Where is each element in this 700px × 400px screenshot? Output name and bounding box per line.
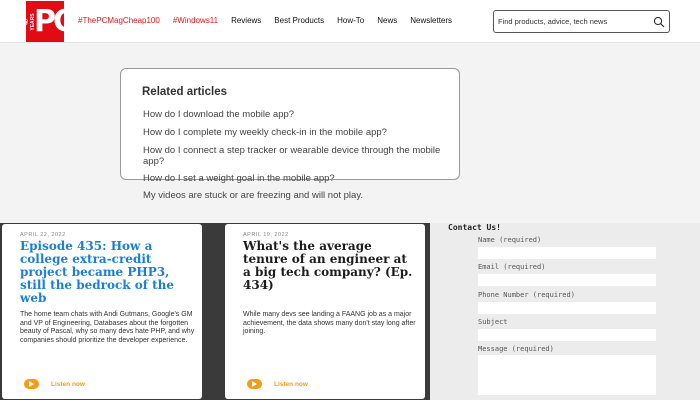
nav-item-cheap100[interactable]: #ThePCMagCheap100 [78,16,160,25]
listen-now-label: Listen now [51,380,85,388]
name-label: Name (required) [478,236,542,244]
play-icon [24,379,39,389]
contact-form: Contact Us! Name (required) Email (requi… [430,223,700,400]
subject-field[interactable] [478,329,656,341]
related-article-link[interactable]: How do I complete my weekly check-in in … [143,127,443,138]
site-header: 40 YEARS PC #ThePCMagCheap100 #Windows11… [0,0,700,43]
message-label: Message (required) [478,345,554,353]
related-article-link[interactable]: How do I set a weight goal in the mobile… [143,173,443,184]
message-field[interactable] [478,355,656,395]
episode-date: APRIL 19, 2022 [243,232,289,238]
search-box [493,10,670,33]
nav-item-news[interactable]: News [377,16,397,25]
magnifier-icon[interactable] [653,16,665,28]
related-article-link[interactable]: My videos are stuck or are freezing and … [143,190,443,201]
pcmag-logo[interactable]: 40 YEARS PC [24,1,75,42]
email-label: Email (required) [478,263,546,271]
listen-now-button[interactable]: Listen now [247,379,308,389]
episode-description: The home team chats with Andi Gutmans, G… [20,311,195,344]
play-icon [247,379,262,389]
listen-now-label: Listen now [274,380,308,388]
subject-label: Subject [478,318,508,326]
contact-title: Contact Us! [448,223,501,232]
episode-card[interactable]: APRIL 19, 2022 What's the average tenure… [225,224,425,399]
nav-item-how-to[interactable]: How-To [337,16,364,25]
episode-title[interactable]: Episode 435: How a college extra-credit … [20,240,195,305]
nav-item-reviews[interactable]: Reviews [231,16,261,25]
email-field[interactable] [478,274,656,286]
name-field[interactable] [478,247,656,259]
related-article-link[interactable]: How do I connect a step tracker or weara… [143,145,443,167]
phone-field[interactable] [478,302,656,314]
search-input[interactable] [498,14,648,29]
page: 40 YEARS PC #ThePCMagCheap100 #Windows11… [0,0,700,400]
nav-item-windows11[interactable]: #Windows11 [173,16,218,25]
related-articles-title: Related articles [142,86,228,98]
phone-label: Phone Number (required) [478,291,575,299]
episode-date: APRIL 22, 2022 [20,232,66,238]
episode-card[interactable]: APRIL 22, 2022 Episode 435: How a colleg… [2,224,202,399]
related-article-link[interactable]: How do I download the mobile app? [143,109,443,120]
nav-item-newsletters[interactable]: Newsletters [410,16,452,25]
listen-now-button[interactable]: Listen now [24,379,85,389]
episode-description: While many devs see landing a FAANG job … [243,311,416,335]
logo-text: PC [34,4,75,39]
nav-item-best-products[interactable]: Best Products [274,16,324,25]
related-articles-card: Related articles How do I download the m… [120,68,460,201]
main-nav: #ThePCMagCheap100 #Windows11 Reviews Bes… [78,16,465,25]
episode-title[interactable]: What's the average tenure of an engineer… [243,240,418,292]
